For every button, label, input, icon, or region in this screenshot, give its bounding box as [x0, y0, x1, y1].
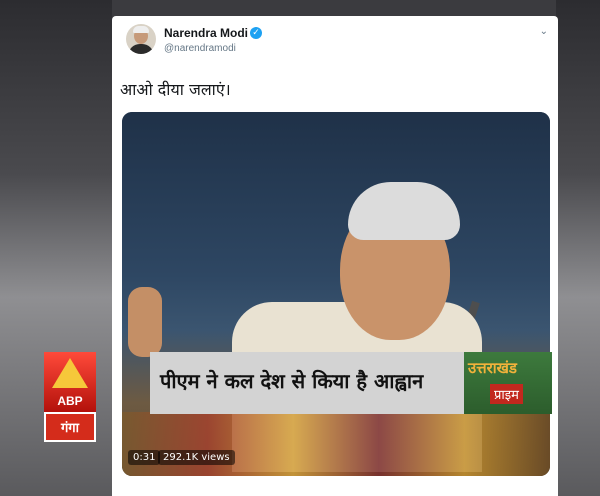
logo-triangle-icon — [52, 358, 88, 388]
flower-garland — [122, 412, 550, 476]
show-logo-line2: प्राइम — [490, 384, 523, 404]
logo-ganga-text: गंगा — [60, 421, 79, 436]
tweet-text: आओ दीया जलाएं। — [120, 80, 231, 99]
headline-text: पीएम ने कल देश से किया है आह्वान — [160, 369, 424, 393]
display-name[interactable]: Narendra Modi — [164, 26, 248, 40]
logo-abp-text: ABP — [57, 394, 83, 408]
tweet-card: Narendra Modi ✓ @narendramodi ⌄ आओ दीया … — [112, 16, 558, 496]
headline-strip: पीएम ने कल देश से किया है आह्वान — [150, 352, 464, 414]
video-player[interactable]: 0:31 292.1K views — [122, 112, 550, 476]
logo-ganga-box: गंगा — [44, 412, 96, 442]
avatar-body — [128, 44, 154, 54]
avatar[interactable] — [126, 24, 156, 54]
abp-ganga-logo: ABP गंगा — [44, 352, 96, 442]
background-right — [556, 0, 600, 496]
handle[interactable]: @narendramodi — [164, 43, 236, 54]
video-duration: 0:31 — [128, 450, 161, 465]
speaker-hair — [348, 182, 460, 240]
speaker-hand — [128, 287, 162, 357]
video-views: 292.1K views — [158, 450, 235, 465]
show-logo-line1: उत्तराखंड — [468, 359, 517, 377]
avatar-hair — [133, 26, 149, 33]
uttarakhand-prime-logo: उत्तराखंड प्राइम — [464, 352, 552, 414]
verified-badge-icon: ✓ — [250, 27, 262, 39]
chevron-down-icon[interactable]: ⌄ — [540, 26, 548, 37]
